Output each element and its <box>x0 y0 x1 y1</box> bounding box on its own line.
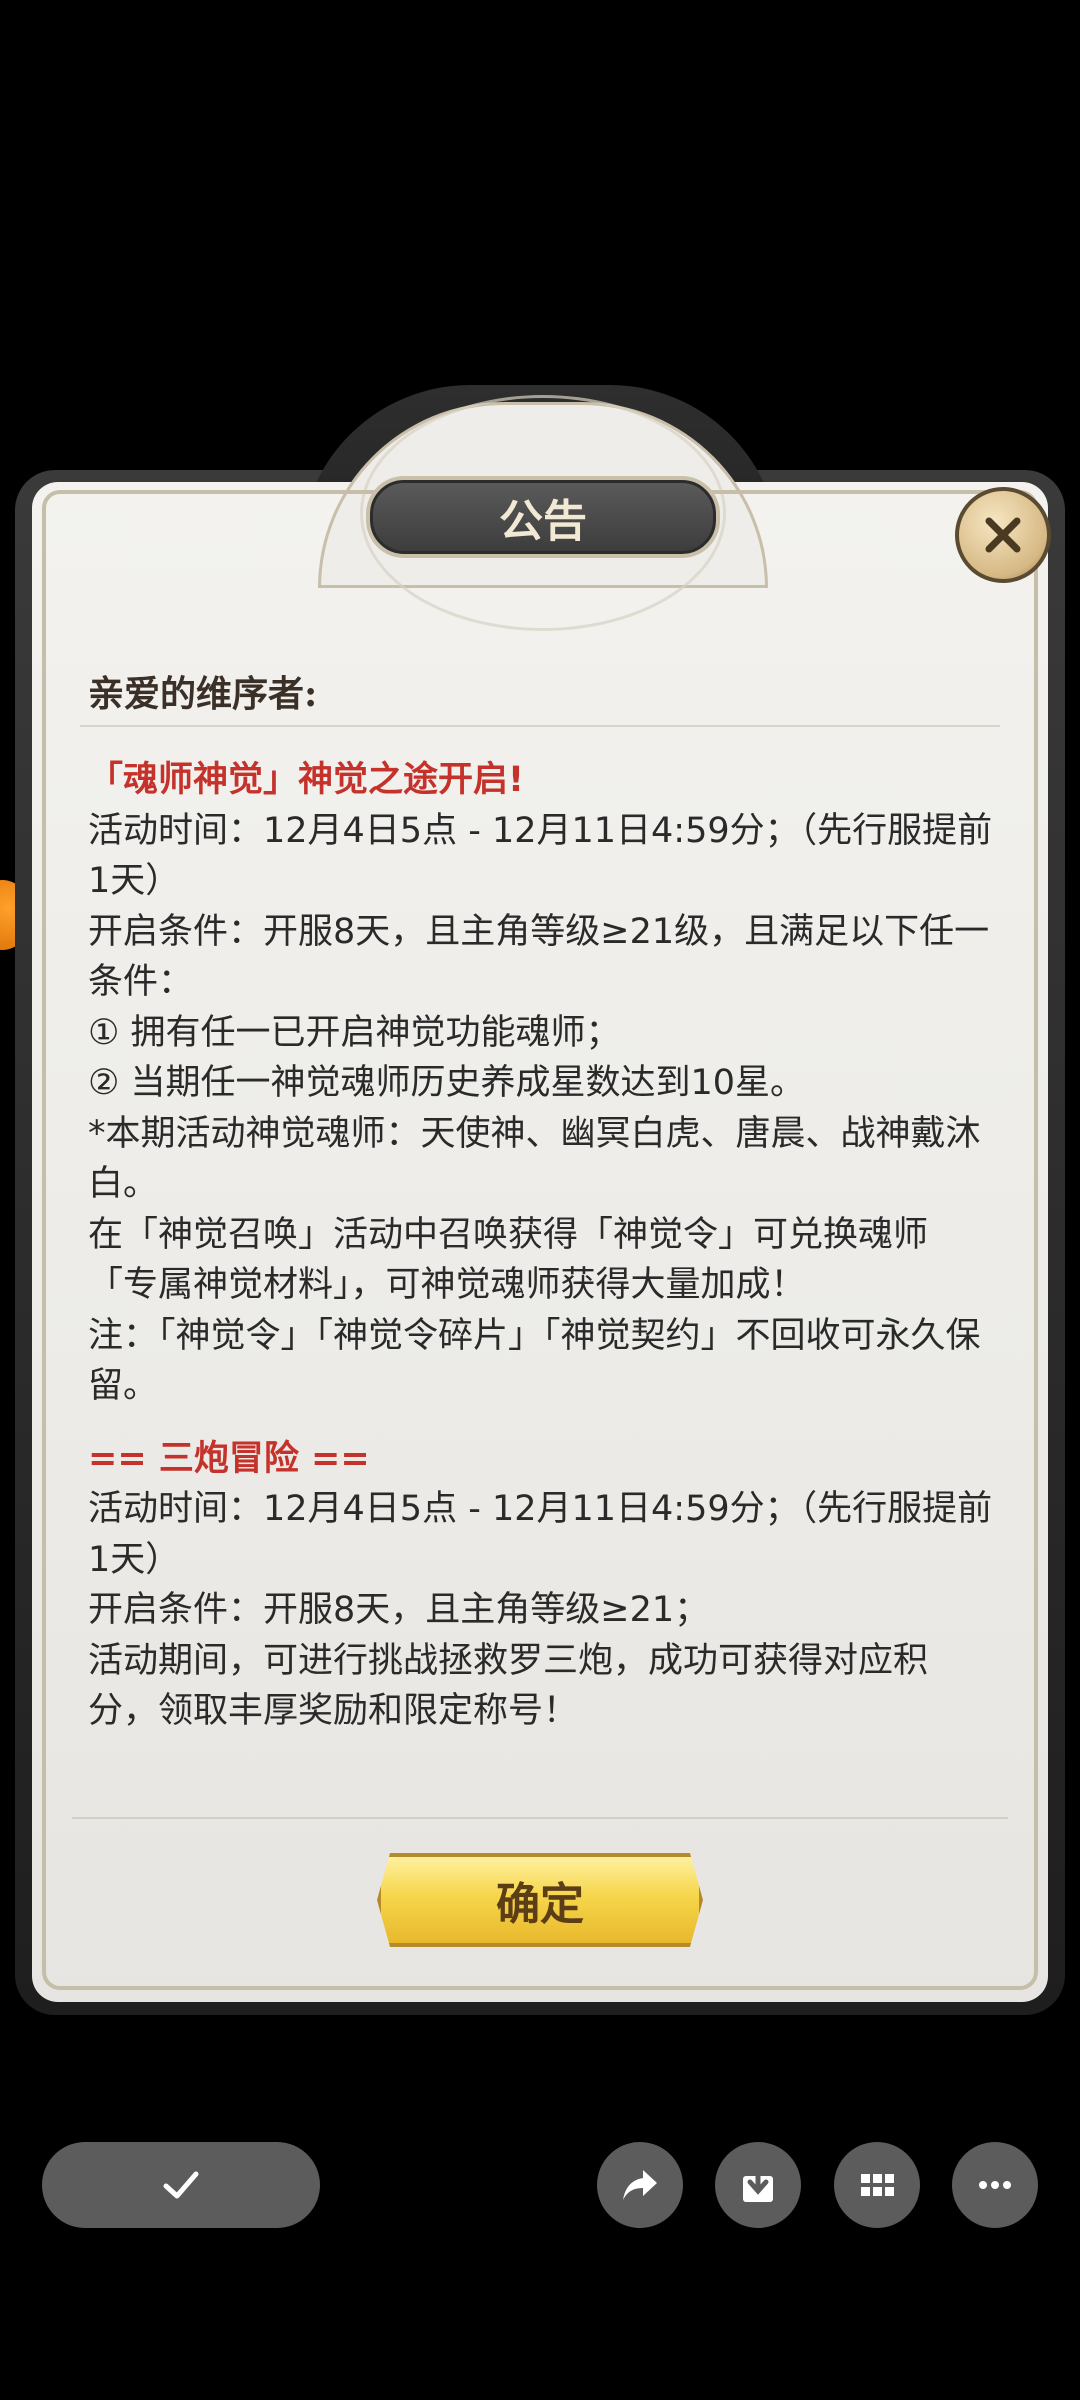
event1-line: ① 拥有任一已开启神觉功能魂师； <box>88 1012 621 1053</box>
more-icon <box>979 2181 1011 2189</box>
divider <box>72 1817 1008 1819</box>
download-button[interactable] <box>715 2142 801 2228</box>
event1-line: 开启条件：开服8天，且主角等级≥21级，且满足以下任一条件： <box>88 911 990 1003</box>
event1-line: 活动时间：12月4日5点 - 12月11日4:59分；（先行服提前1天） <box>88 810 993 902</box>
check-icon <box>163 2171 199 2199</box>
close-icon <box>985 517 1021 553</box>
event1-line: ② 当期任一神觉魂师历史养成星数达到10星。 <box>88 1063 806 1103</box>
greeting-text: 亲爱的维序者: <box>88 673 318 715</box>
confirm-button[interactable]: 确定 <box>377 1853 703 1947</box>
more-button[interactable] <box>952 2142 1038 2228</box>
event2-line: 活动期间，可进行挑战拯救罗三炮，成功可获得对应积分，领取丰厚奖励和限定称号！ <box>88 1640 929 1732</box>
divider <box>80 725 1000 727</box>
event2-line: 活动时间：12月4日5点 - 12月11日4:59分；（先行服提前1天） <box>88 1489 993 1580</box>
event1-line: 注：「神觉令」「神觉令碎片」「神觉契约」不回收可永久保留。 <box>88 1315 981 1407</box>
event2-line: 开启条件：开服8天，且主角等级≥21； <box>88 1590 710 1630</box>
close-button[interactable] <box>955 487 1051 583</box>
event1-title: 「魂师神觉」神觉之途开启! <box>88 760 524 800</box>
share-button[interactable] <box>597 2142 683 2228</box>
announcement-content: 「魂师神觉」神觉之途开启! 活动时间：12月4日5点 - 12月11日4:59分… <box>88 755 993 1737</box>
download-icon <box>743 2165 773 2202</box>
event2-title: == 三炮冒险 == <box>88 1438 370 1479</box>
grid-icon <box>861 2174 894 2196</box>
check-button[interactable] <box>42 2142 320 2228</box>
grid-button[interactable] <box>834 2142 920 2228</box>
event1-line: *本期活动神觉魂师：天使神、幽冥白虎、唐晨、战神戴沐白。 <box>88 1113 981 1205</box>
dialog-title: 公告 <box>370 480 716 554</box>
share-icon <box>623 2170 657 2200</box>
event1-line: 在「神觉召唤」活动中召唤获得「神觉令」可兑换魂师「专属神觉材料」，可神觉魂师获得… <box>88 1214 929 1306</box>
